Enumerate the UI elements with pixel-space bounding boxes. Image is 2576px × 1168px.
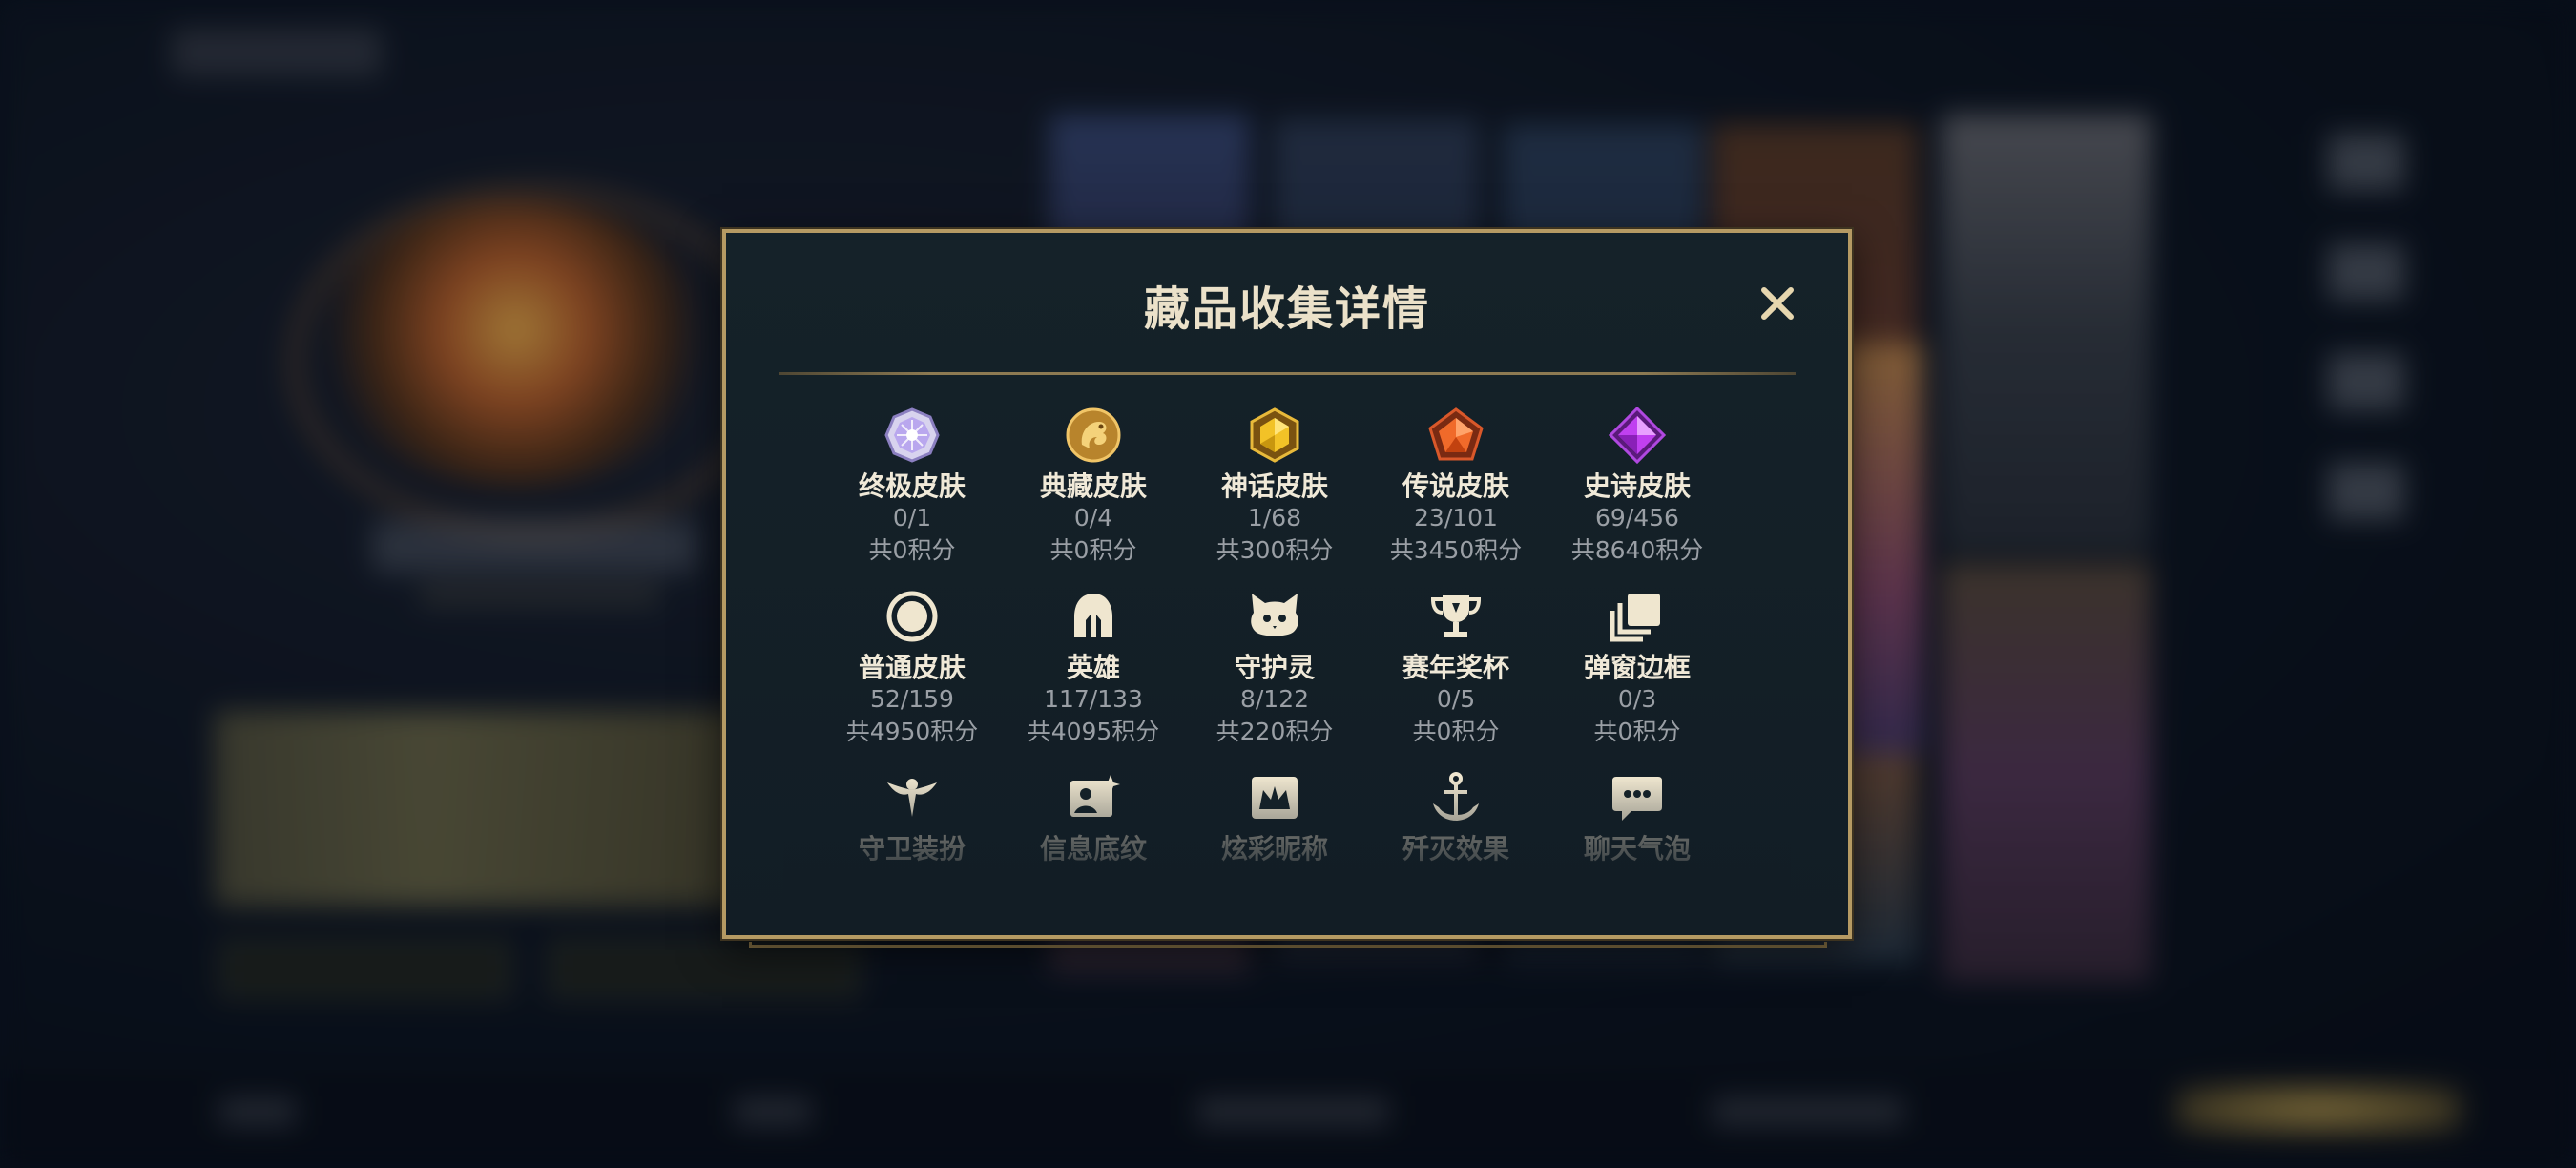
collection-item-chat-bubble[interactable]: 聊天气泡: [1547, 769, 1728, 865]
trophy-icon: [1430, 595, 1482, 637]
collection-item-hero[interactable]: 英雄 117/133 共4095积分: [1003, 588, 1184, 748]
item-count: 52/159: [870, 685, 954, 713]
item-name: 弹窗边框: [1583, 652, 1691, 683]
item-name: 史诗皮肤: [1583, 470, 1691, 502]
item-count: 0/5: [1436, 685, 1476, 713]
item-name: 信息底纹: [1039, 833, 1147, 865]
item-name: 聊天气泡: [1583, 833, 1691, 865]
item-points: 共0积分: [1412, 718, 1500, 745]
collection-item-ultimate-skin[interactable]: 终极皮肤 0/1 共0积分: [821, 407, 1003, 567]
mythic-skin-icon: [1250, 407, 1299, 463]
item-name: 典藏皮肤: [1039, 470, 1147, 502]
collection-item-guardian-outfit[interactable]: 守卫装扮: [821, 769, 1003, 865]
collection-item-popup-frame[interactable]: 弹窗边框 0/3 共0积分: [1547, 588, 1728, 748]
item-points: 共4095积分: [1027, 718, 1160, 745]
item-count: 117/133: [1044, 685, 1143, 713]
item-name: 神话皮肤: [1220, 470, 1328, 502]
popup-frame-icon: [1610, 594, 1660, 642]
info-background-icon: [1070, 775, 1120, 817]
epic-skin-icon: [1609, 407, 1666, 464]
guardian-outfit-icon: [887, 779, 937, 817]
item-points: 共0积分: [868, 536, 956, 564]
collection-item-normal-skin[interactable]: 普通皮肤 52/159 共4950积分: [821, 588, 1003, 748]
legendary-collection-skin-icon: [1066, 407, 1121, 463]
colorful-nickname-icon: [1252, 777, 1298, 819]
item-count: 0/1: [892, 504, 932, 532]
collection-item-season-trophy[interactable]: 赛年奖杯 0/5 共0积分: [1365, 588, 1547, 748]
collection-item-info-background[interactable]: 信息底纹: [1003, 769, 1184, 865]
normal-skin-icon: [886, 591, 938, 642]
ultimate-skin-icon: [884, 407, 940, 463]
title-divider: [779, 372, 1796, 375]
item-points: 共300积分: [1215, 536, 1334, 564]
item-count: 0/4: [1073, 504, 1113, 532]
item-name: 守护灵: [1234, 652, 1315, 683]
item-name: 终极皮肤: [858, 470, 966, 502]
chat-bubble-icon: [1612, 777, 1662, 821]
item-count: 1/68: [1247, 504, 1302, 532]
item-points: 共3450积分: [1389, 536, 1523, 564]
collection-item-elimination-effect[interactable]: 歼灭效果: [1365, 769, 1547, 865]
modal-shadow-frame: [749, 942, 1827, 948]
item-count: 0/3: [1617, 685, 1657, 713]
elimination-effect-icon: [1433, 772, 1479, 821]
collection-item-colorful-nickname[interactable]: 炫彩昵称: [1184, 769, 1365, 865]
collection-grid[interactable]: 终极皮肤 0/1 共0积分 典藏皮肤 0/4 共0积分 神话皮肤 1/68 共3…: [821, 407, 1728, 903]
item-name: 赛年奖杯: [1402, 652, 1509, 683]
collection-item-legendary-collection-skin[interactable]: 典藏皮肤 0/4 共0积分: [1003, 407, 1184, 567]
collection-item-epic-skin[interactable]: 史诗皮肤 69/456 共8640积分: [1547, 407, 1728, 567]
item-count: 8/122: [1239, 685, 1310, 713]
item-points: 共0积分: [1049, 536, 1137, 564]
item-count: 69/456: [1595, 504, 1679, 532]
collection-item-guardian-spirit[interactable]: 守护灵 8/122 共220积分: [1184, 588, 1365, 748]
item-count: 23/101: [1414, 504, 1498, 532]
item-points: 共220积分: [1215, 718, 1334, 745]
item-name: 英雄: [1066, 652, 1120, 683]
item-points: 共0积分: [1593, 718, 1681, 745]
dialog-title: 藏品收集详情: [1143, 282, 1430, 336]
guardian-spirit-icon: [1251, 594, 1298, 636]
legend-skin-icon: [1428, 407, 1484, 461]
close-icon: [1761, 287, 1794, 320]
item-points: 共8640积分: [1570, 536, 1704, 564]
collection-item-legend-skin[interactable]: 传说皮肤 23/101 共3450积分: [1365, 407, 1547, 567]
item-name: 传说皮肤: [1402, 470, 1509, 502]
hero-helmet-icon: [1074, 594, 1112, 637]
collection-details-dialog: 藏品收集详情 终极皮肤 0/1 共0积分 典藏皮肤 0/4 共0积分 神话皮肤 …: [722, 229, 1852, 939]
item-name: 守卫装扮: [858, 833, 966, 865]
close-button[interactable]: [1755, 281, 1800, 326]
item-name: 歼灭效果: [1402, 833, 1509, 865]
collection-item-mythic-skin[interactable]: 神话皮肤 1/68 共300积分: [1184, 407, 1365, 567]
item-name: 炫彩昵称: [1220, 833, 1328, 865]
item-name: 普通皮肤: [858, 652, 966, 683]
item-points: 共4950积分: [845, 718, 979, 745]
